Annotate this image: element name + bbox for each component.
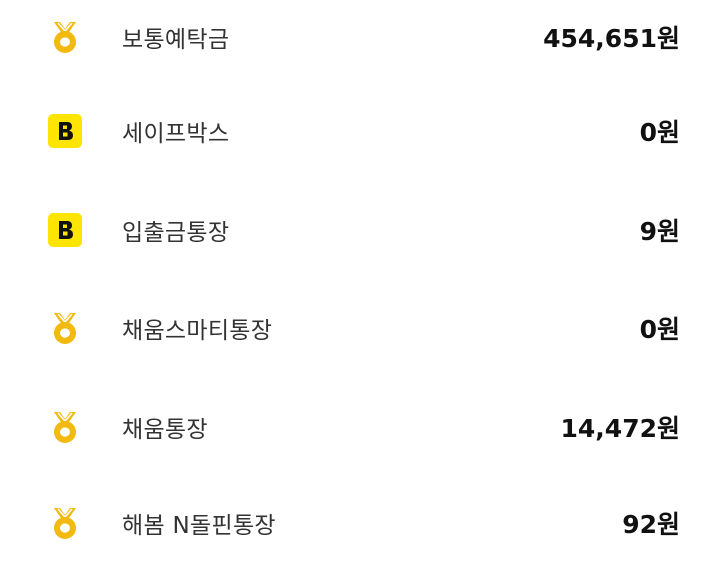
account-balance: 454,651원 (543, 24, 680, 53)
account-list: 보통예탁금 454,651원 세이프박스 0원 입출금통장 9원 채움스마티통장… (0, 0, 720, 566)
account-row[interactable]: 채움통장 14,472원 (0, 391, 720, 463)
kakaobank-icon (48, 114, 82, 148)
account-name: 채움통장 (122, 417, 208, 443)
account-name: 세이프박스 (122, 121, 230, 147)
account-row[interactable]: 세이프박스 0원 (0, 95, 720, 167)
account-balance: 14,472원 (560, 414, 680, 443)
account-name: 채움스마티통장 (122, 318, 273, 344)
account-balance: 92원 (622, 510, 680, 539)
account-balance: 0원 (639, 118, 680, 147)
account-row[interactable]: 보통예탁금 454,651원 (0, 1, 720, 73)
account-balance: 9원 (639, 217, 680, 246)
kb-star-icon (48, 410, 82, 444)
account-name: 해봄 N돌핀통장 (122, 513, 276, 539)
account-row[interactable]: 입출금통장 9원 (0, 194, 720, 266)
account-name: 보통예탁금 (122, 27, 230, 53)
kakaobank-icon (48, 213, 82, 247)
kb-star-icon (48, 506, 82, 540)
account-name: 입출금통장 (122, 220, 230, 246)
account-row[interactable]: 해봄 N돌핀통장 92원 (0, 487, 720, 559)
account-row[interactable]: 채움스마티통장 0원 (0, 292, 720, 364)
kb-star-icon (48, 20, 82, 54)
kb-star-icon (48, 311, 82, 345)
account-balance: 0원 (639, 315, 680, 344)
